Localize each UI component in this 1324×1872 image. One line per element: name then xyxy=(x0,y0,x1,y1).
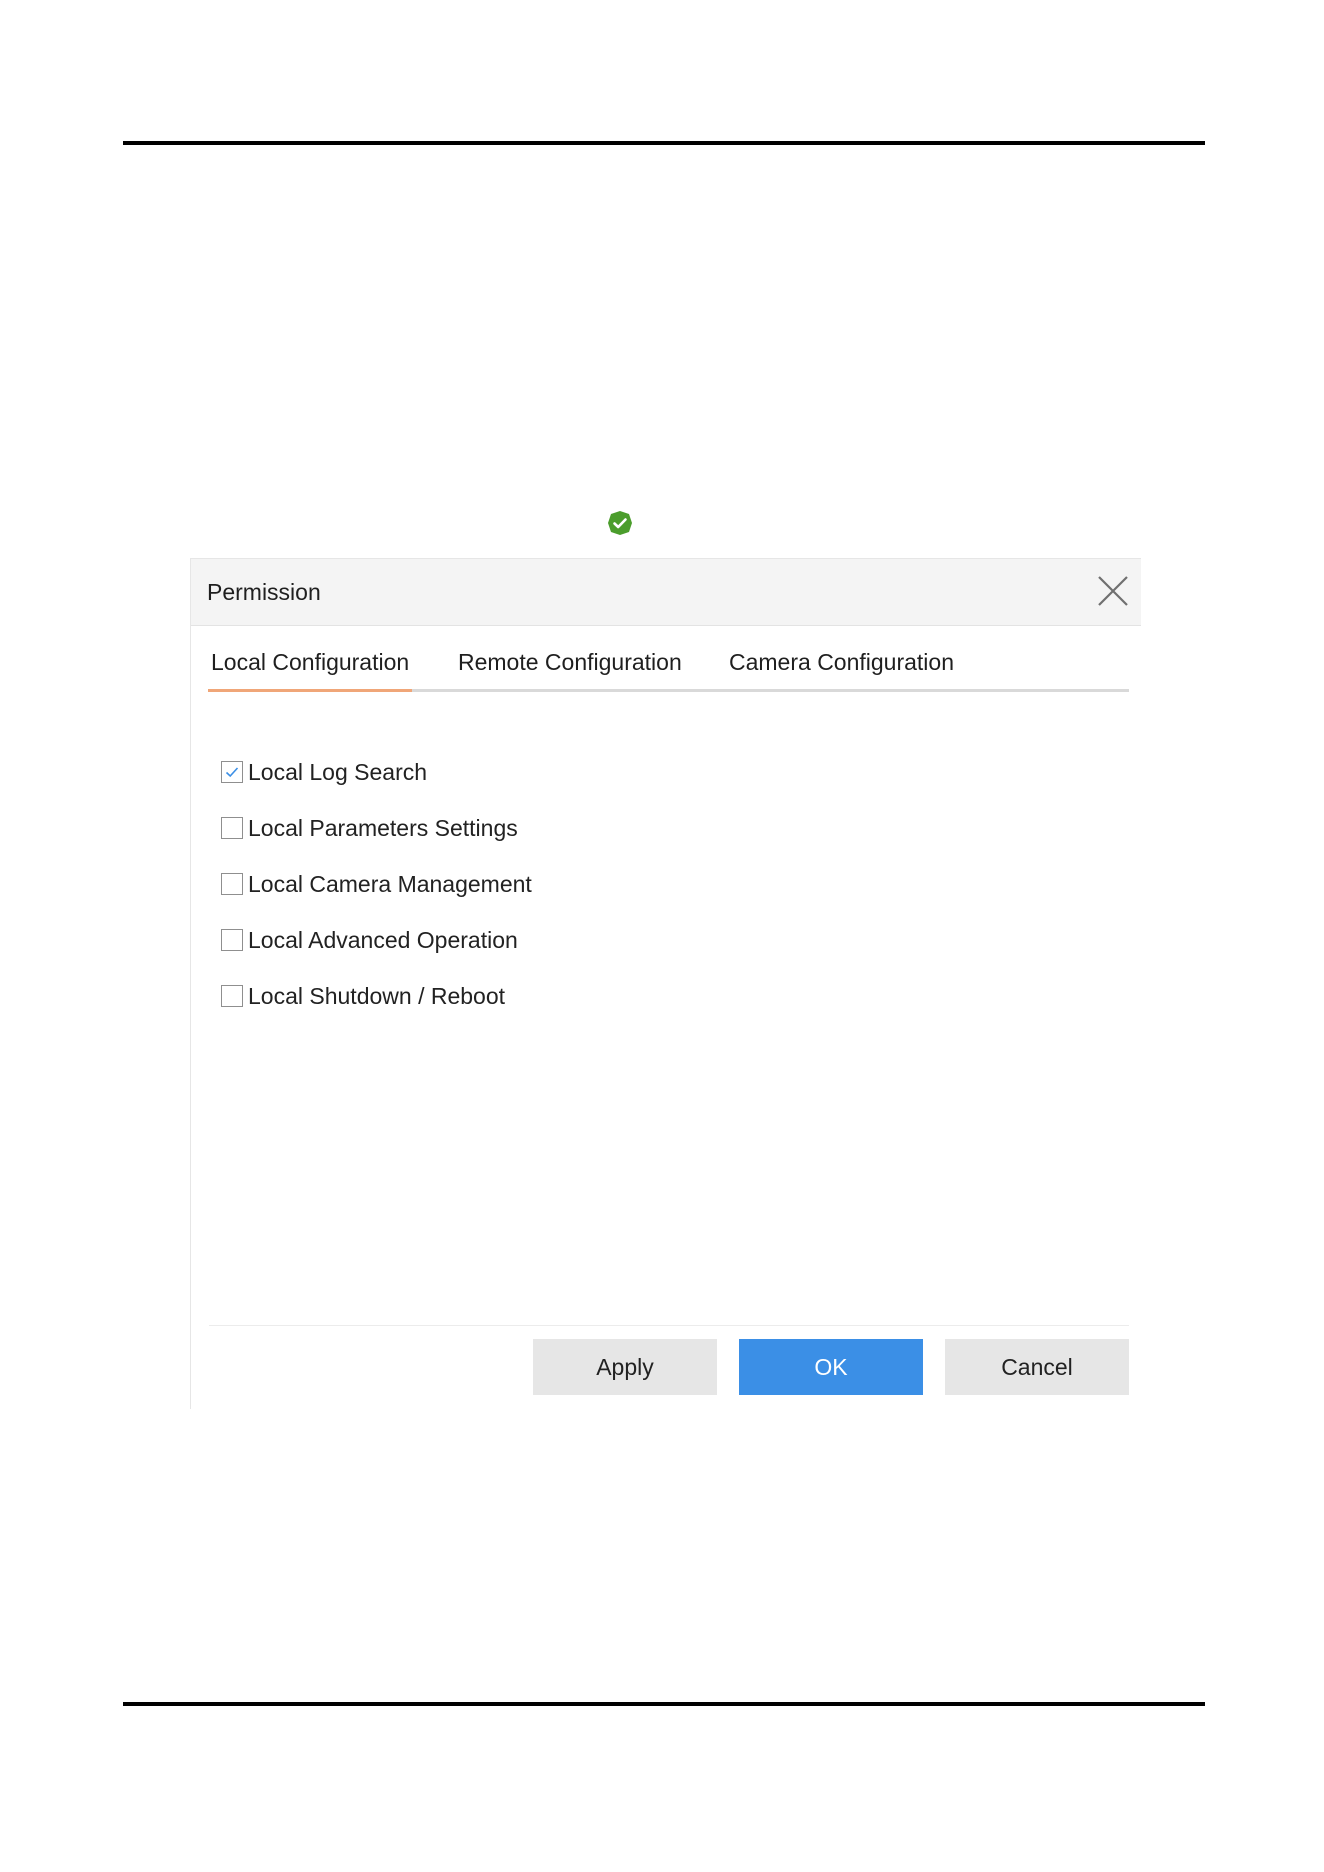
dialog-title: Permission xyxy=(207,579,321,605)
permission-local-camera-management[interactable]: Local Camera Management xyxy=(221,856,532,912)
dialog-header: Permission xyxy=(191,559,1141,626)
tab-camera-configuration[interactable]: Camera Configuration xyxy=(729,649,954,689)
permission-local-shutdown-reboot[interactable]: Local Shutdown / Reboot xyxy=(221,968,532,1024)
green-check-badge-icon xyxy=(607,510,633,536)
page-bottom-rule xyxy=(123,1702,1205,1706)
tab-bar: Local Configuration Remote Configuration… xyxy=(207,649,1129,692)
apply-button[interactable]: Apply xyxy=(533,1339,717,1395)
permission-local-log-search[interactable]: Local Log Search xyxy=(221,744,532,800)
permission-label: Local Advanced Operation xyxy=(248,926,518,953)
permission-label: Local Log Search xyxy=(248,758,428,785)
page-top-rule xyxy=(123,141,1205,145)
permission-local-parameters-settings[interactable]: Local Parameters Settings xyxy=(221,800,532,856)
permission-local-advanced-operation[interactable]: Local Advanced Operation xyxy=(221,912,532,968)
checkbox-unchecked[interactable] xyxy=(221,929,243,951)
checkbox-checked[interactable] xyxy=(221,761,243,783)
cancel-button[interactable]: Cancel xyxy=(945,1339,1129,1395)
permission-list: Local Log Search Local Parameters Settin… xyxy=(221,744,532,1024)
footer-divider xyxy=(209,1325,1129,1326)
permission-label: Local Parameters Settings xyxy=(248,814,518,841)
checkbox-unchecked[interactable] xyxy=(221,817,243,839)
close-icon[interactable] xyxy=(1093,571,1133,611)
ok-button[interactable]: OK xyxy=(739,1339,923,1395)
permission-dialog: Permission Local Configuration Remote Co… xyxy=(190,558,1141,1409)
checkbox-unchecked[interactable] xyxy=(221,873,243,895)
tab-remote-configuration[interactable]: Remote Configuration xyxy=(458,649,682,689)
tab-local-configuration[interactable]: Local Configuration xyxy=(207,649,413,692)
checkbox-unchecked[interactable] xyxy=(221,985,243,1007)
permission-label: Local Shutdown / Reboot xyxy=(248,982,506,1009)
permission-label: Local Camera Management xyxy=(248,870,532,897)
